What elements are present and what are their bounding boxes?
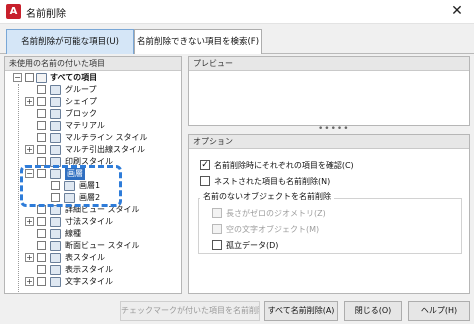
checkbox[interactable] <box>212 224 222 234</box>
checkbox[interactable] <box>37 121 46 130</box>
linetype-icon <box>50 229 61 239</box>
expand-icon[interactable]: + <box>25 277 34 286</box>
text-style-icon <box>50 277 61 287</box>
checkbox[interactable] <box>37 277 46 286</box>
tree-item-table-style[interactable]: + 表スタイル <box>5 252 181 264</box>
panel-splitter[interactable]: ••••• <box>188 124 470 134</box>
checkbox[interactable] <box>212 208 222 218</box>
purge-checked-items-button[interactable]: チェックマークが付いた項目を名前削除(P) <box>120 301 260 321</box>
expand-icon[interactable]: + <box>25 97 34 106</box>
collapse-icon[interactable]: − <box>13 73 22 82</box>
tab-bar: 名前削除が可能な項目(U) 名前削除できない項目を検索(F) <box>0 24 474 54</box>
tree-item-visual-style[interactable]: 表示スタイル <box>5 264 181 276</box>
group-icon <box>50 85 61 95</box>
tab-purgeable-items[interactable]: 名前削除が可能な項目(U) <box>6 29 134 54</box>
highlight-annotation-box <box>20 165 122 207</box>
multileader-style-icon <box>50 145 61 155</box>
preview-header: プレビュー <box>189 57 469 71</box>
close-window-icon[interactable]: ✕ <box>448 2 466 20</box>
options-header: オプション <box>189 135 469 149</box>
dimension-style-icon <box>50 217 61 227</box>
title-bar: A 名前削除 ✕ <box>0 0 474 24</box>
checkbox[interactable] <box>200 176 210 186</box>
all-items-icon <box>36 73 47 83</box>
splitter-grip-icon[interactable]: ••••• <box>318 124 350 134</box>
tree-item-group[interactable]: グループ <box>5 84 181 96</box>
expand-icon[interactable]: + <box>25 145 34 154</box>
expand-icon[interactable]: + <box>25 253 34 262</box>
checkbox[interactable] <box>37 253 46 262</box>
tree-item-material[interactable]: マテリアル <box>5 120 181 132</box>
table-style-icon <box>50 253 61 263</box>
checkbox-checked[interactable]: ✓ <box>200 160 210 170</box>
close-button[interactable]: 閉じる(O) <box>344 301 402 321</box>
purge-all-button[interactable]: すべて名前削除(A) <box>264 301 338 321</box>
checkbox[interactable] <box>37 241 46 250</box>
tree-item-linetype[interactable]: 線種 <box>5 228 181 240</box>
help-button[interactable]: ヘルプ(H) <box>408 301 470 321</box>
expand-icon[interactable]: + <box>25 217 34 226</box>
tree-item-shape[interactable]: + シェイプ <box>5 96 181 108</box>
preview-panel: プレビュー <box>188 56 470 126</box>
tree-panel-header: 未使用の名前の付いた項目 <box>5 57 181 71</box>
tree-item-block[interactable]: ブロック <box>5 108 181 120</box>
autocad-app-icon: A <box>6 4 21 19</box>
checkbox[interactable] <box>212 240 222 250</box>
tree-item-text-style[interactable]: + 文字スタイル <box>5 276 181 288</box>
tree-root-all-items[interactable]: − すべての項目 <box>5 72 181 84</box>
checkbox[interactable] <box>37 109 46 118</box>
checkbox[interactable] <box>37 229 46 238</box>
tree-item-dimension-style[interactable]: + 寸法スタイル <box>5 216 181 228</box>
block-icon <box>50 109 61 119</box>
shape-icon <box>50 97 61 107</box>
section-view-style-icon <box>50 241 61 251</box>
checkbox[interactable] <box>37 145 46 154</box>
multiline-style-icon <box>50 133 61 143</box>
checkbox[interactable] <box>37 265 46 274</box>
window-title: 名前削除 <box>26 9 66 20</box>
dialog-button-bar: チェックマークが付いた項目を名前削除(P) すべて名前削除(A) 閉じる(O) … <box>0 298 474 324</box>
checkbox[interactable] <box>37 133 46 142</box>
visual-style-icon <box>50 265 61 275</box>
checkbox[interactable] <box>37 217 46 226</box>
tree-item-section-view-style[interactable]: 断面ビュー スタイル <box>5 240 181 252</box>
checkbox[interactable] <box>37 85 46 94</box>
tree-item-multiline-style[interactable]: マルチライン スタイル <box>5 132 181 144</box>
material-icon <box>50 121 61 131</box>
checkbox[interactable] <box>25 73 34 82</box>
tab-find-non-purgeable-items[interactable]: 名前削除できない項目を検索(F) <box>134 29 262 54</box>
unnamed-objects-group-label: 名前のないオブジェクトを名前削除 <box>200 191 334 202</box>
tree-item-multileader-style[interactable]: + マルチ引出線スタイル <box>5 144 181 156</box>
checkbox[interactable] <box>37 97 46 106</box>
